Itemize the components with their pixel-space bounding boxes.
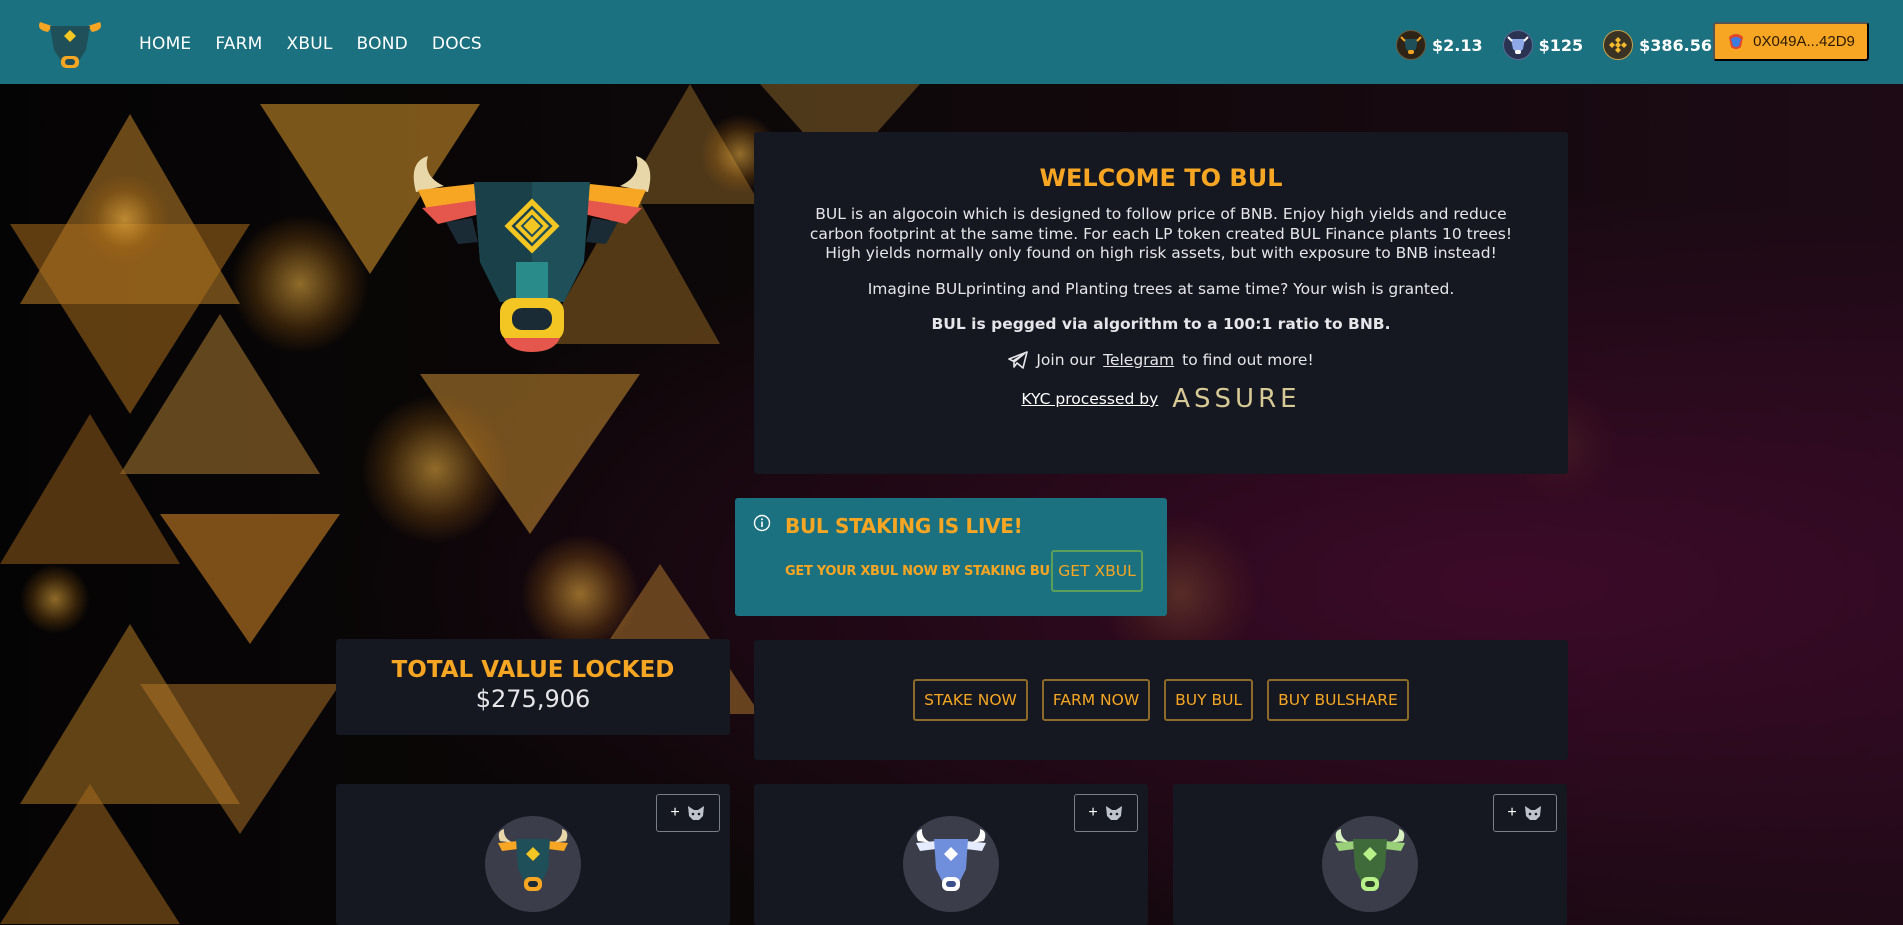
nav-docs[interactable]: DOCS	[432, 34, 482, 54]
staking-banner-subtitle: GET YOUR XBUL NOW BY STAKING BUL.	[785, 564, 1063, 579]
welcome-pegged-text: BUL is pegged via algorithm to a 100:1 r…	[931, 315, 1391, 333]
price-bnb[interactable]: $386.56	[1603, 30, 1712, 60]
telegram-line: Join our Telegram to find out more!	[754, 351, 1568, 371]
staking-banner-title: BUL STAKING IS LIVE!	[785, 514, 1023, 538]
info-icon	[753, 514, 771, 532]
nav-bond[interactable]: BOND	[357, 34, 408, 54]
metamask-icon	[1524, 806, 1541, 820]
stake-now-button[interactable]: STAKE NOW	[913, 679, 1028, 721]
add-label: +	[1088, 804, 1098, 821]
main-nav: HOME FARM XBUL BOND DOCS	[139, 34, 506, 54]
metamask-icon	[687, 806, 704, 820]
bul-mascot-image	[413, 156, 651, 352]
xbul-token-logo	[1322, 816, 1418, 912]
price-bnb-value: $386.56	[1639, 35, 1713, 55]
token-card-bulshare: +	[754, 784, 1148, 925]
kyc-link[interactable]: KYC processed by	[1021, 390, 1158, 408]
bulshare-token-logo	[903, 816, 999, 912]
price-bulshare[interactable]: $125	[1502, 30, 1584, 60]
kyc-line: KYC processed by ASSURE	[754, 384, 1568, 414]
assure-logo[interactable]: ASSURE	[1172, 384, 1300, 414]
token-card-xbul: +	[1173, 784, 1567, 925]
price-bulshare-value: $125	[1538, 35, 1584, 55]
bul-logo-icon[interactable]	[34, 12, 106, 72]
bulshare-token-icon	[916, 829, 986, 891]
wallet-address: 0X049A...42D9	[1753, 33, 1855, 50]
tvl-value: $275,906	[475, 685, 591, 713]
actions-panel: STAKE NOW FARM NOW BUY BUL BUY BULSHARE	[754, 640, 1568, 760]
telegram-suffix: to find out more!	[1182, 350, 1314, 369]
bul-token-icon	[1396, 30, 1426, 60]
price-bul[interactable]: $2.13	[1396, 30, 1483, 60]
token-card-bul: +	[336, 784, 730, 925]
wallet-connect-button[interactable]: 0X049A...42D9	[1713, 22, 1869, 61]
welcome-imagine-text: Imagine BULprinting and Planting trees a…	[867, 279, 1455, 298]
telegram-prefix: Join our	[1036, 350, 1096, 369]
price-bul-value: $2.13	[1432, 35, 1483, 55]
metamask-icon	[1105, 806, 1122, 820]
top-navigation-bar: HOME FARM XBUL BOND DOCS $2.13 $125 $386…	[0, 0, 1903, 84]
staking-live-banner: BUL STAKING IS LIVE! GET YOUR XBUL NOW B…	[735, 498, 1167, 616]
welcome-panel: WELCOME TO BUL BUL is an algocoin which …	[754, 132, 1568, 474]
nav-xbul[interactable]: XBUL	[287, 34, 333, 54]
buy-bulshare-button[interactable]: BUY BULSHARE	[1267, 679, 1409, 721]
add-xbul-to-metamask-button[interactable]: +	[1493, 794, 1557, 832]
farm-now-button[interactable]: FARM NOW	[1041, 679, 1151, 721]
welcome-description: BUL is an algocoin which is designed to …	[809, 205, 1513, 262]
add-bulshare-to-metamask-button[interactable]: +	[1074, 794, 1138, 832]
add-label: +	[1507, 804, 1517, 821]
buy-bul-button[interactable]: BUY BUL	[1164, 679, 1254, 721]
wallet-icon	[1729, 33, 1744, 49]
total-value-locked-panel: TOTAL VALUE LOCKED $275,906	[336, 639, 730, 735]
get-xbul-button[interactable]: GET XBUL	[1051, 550, 1143, 592]
token-prices: $2.13 $125 $386.56	[1396, 30, 1732, 60]
nav-farm[interactable]: FARM	[215, 34, 262, 54]
xbul-token-icon	[1335, 829, 1405, 891]
add-label: +	[670, 804, 680, 821]
bnb-token-icon	[1603, 30, 1634, 60]
telegram-link[interactable]: Telegram	[1103, 351, 1174, 371]
add-bul-to-metamask-button[interactable]: +	[656, 794, 720, 832]
bulshare-token-icon	[1502, 30, 1533, 60]
tvl-label: TOTAL VALUE LOCKED	[391, 657, 675, 683]
bul-token-logo	[485, 816, 581, 912]
welcome-title: WELCOME TO BUL	[1039, 164, 1283, 192]
telegram-icon	[1008, 351, 1029, 370]
nav-home[interactable]: HOME	[139, 34, 191, 54]
bul-token-icon	[498, 829, 568, 891]
